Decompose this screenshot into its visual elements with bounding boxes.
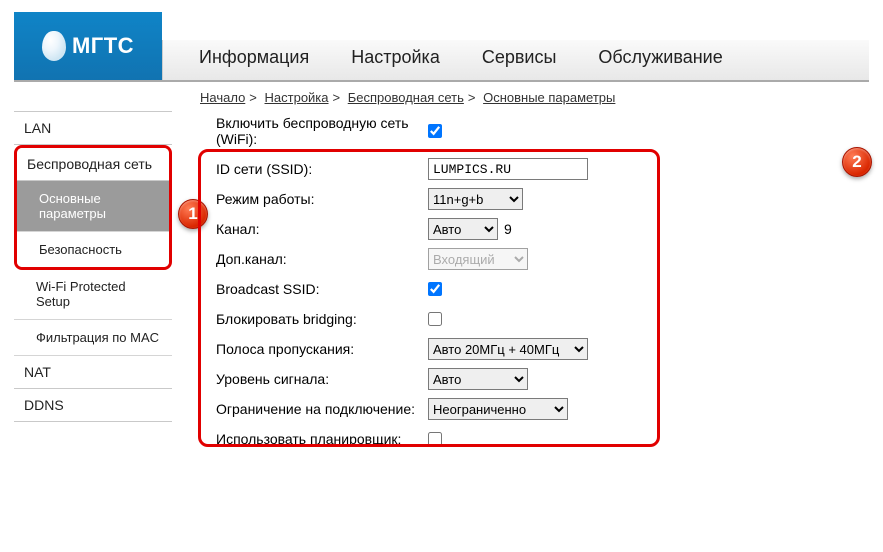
- row-broadcast: Broadcast SSID:: [198, 275, 869, 303]
- nav-info[interactable]: Информация: [199, 47, 309, 72]
- select-limit[interactable]: Неограниченно: [428, 398, 568, 420]
- label-mode: Режим работы:: [198, 191, 428, 207]
- crumb-wireless[interactable]: Беспроводная сеть: [348, 90, 464, 105]
- row-signal: Уровень сигнала: Авто: [198, 365, 869, 393]
- checkbox-enable-wifi[interactable]: [428, 124, 442, 138]
- egg-icon: [42, 31, 66, 61]
- label-broadcast: Broadcast SSID:: [198, 281, 428, 297]
- row-mode: Режим работы: 11n+g+b: [198, 185, 869, 213]
- crumb-settings[interactable]: Настройка: [265, 90, 329, 105]
- row-subchannel: Доп.канал: Входящий: [198, 245, 869, 273]
- sidebar-item-ddns[interactable]: DDNS: [14, 389, 172, 422]
- highlight-wireless-group: Беспроводная сеть Основные параметры Без…: [14, 145, 172, 270]
- sidebar-sub-security[interactable]: Безопасность: [17, 232, 169, 267]
- sidebar-item-nat[interactable]: NAT: [14, 356, 172, 389]
- sidebar-sub-wps[interactable]: Wi-Fi Protected Setup: [14, 269, 172, 320]
- row-scheduler: Использовать планировщик:: [198, 425, 869, 453]
- row-channel: Канал: Авто 9: [198, 215, 869, 243]
- callout-badge-2: 2: [842, 147, 872, 177]
- label-enable-wifi: Включить беспроводную сеть (WiFi):: [198, 115, 428, 147]
- sidebar-item-lan[interactable]: LAN: [14, 111, 172, 145]
- brand-text: МГТС: [72, 33, 134, 59]
- nav-services[interactable]: Сервисы: [482, 47, 557, 72]
- top-nav: Информация Настройка Сервисы Обслуживани…: [162, 40, 869, 80]
- select-bandwidth[interactable]: Авто 20МГц + 40МГц: [428, 338, 588, 360]
- sidebar-item-wireless[interactable]: Беспроводная сеть: [17, 148, 169, 181]
- input-ssid[interactable]: [428, 158, 588, 180]
- row-ssid: ID сети (SSID):: [198, 155, 869, 183]
- select-signal[interactable]: Авто: [428, 368, 528, 390]
- text-channel-num: 9: [504, 221, 512, 237]
- checkbox-broadcast[interactable]: [428, 282, 442, 296]
- label-subchannel: Доп.канал:: [198, 251, 428, 267]
- label-bandwidth: Полоса пропускания:: [198, 341, 428, 357]
- row-enable-wifi: Включить беспроводную сеть (WiFi):: [198, 115, 869, 147]
- checkbox-scheduler[interactable]: [428, 432, 442, 446]
- label-scheduler: Использовать планировщик:: [198, 431, 428, 447]
- sidebar-sub-basic[interactable]: Основные параметры: [17, 181, 169, 232]
- select-subchannel: Входящий: [428, 248, 528, 270]
- main-panel: Включить беспроводную сеть (WiFi): 2 ID …: [198, 111, 869, 455]
- nav-maintenance[interactable]: Обслуживание: [598, 47, 722, 72]
- row-limit: Ограничение на подключение: Неограниченн…: [198, 395, 869, 423]
- brand-logo: МГТС: [14, 12, 162, 80]
- label-limit: Ограничение на подключение:: [198, 401, 428, 417]
- breadcrumb: Начало> Настройка> Беспроводная сеть> Ос…: [18, 90, 869, 105]
- crumb-basic[interactable]: Основные параметры: [483, 90, 615, 105]
- crumb-home[interactable]: Начало: [200, 90, 245, 105]
- label-signal: Уровень сигнала:: [198, 371, 428, 387]
- label-channel: Канал:: [198, 221, 428, 237]
- select-mode[interactable]: 11n+g+b: [428, 188, 523, 210]
- select-channel[interactable]: Авто: [428, 218, 498, 240]
- label-ssid: ID сети (SSID):: [198, 161, 428, 177]
- label-block-bridging: Блокировать bridging:: [198, 311, 428, 327]
- sidebar-sub-macfilter[interactable]: Фильтрация по MAC: [14, 320, 172, 356]
- header: МГТС Информация Настройка Сервисы Обслуж…: [14, 12, 869, 82]
- sidebar: LAN Беспроводная сеть Основные параметры…: [14, 111, 172, 422]
- row-bandwidth: Полоса пропускания: Авто 20МГц + 40МГц: [198, 335, 869, 363]
- row-block-bridging: Блокировать bridging:: [198, 305, 869, 333]
- nav-settings[interactable]: Настройка: [351, 47, 440, 72]
- checkbox-block-bridging[interactable]: [428, 312, 442, 326]
